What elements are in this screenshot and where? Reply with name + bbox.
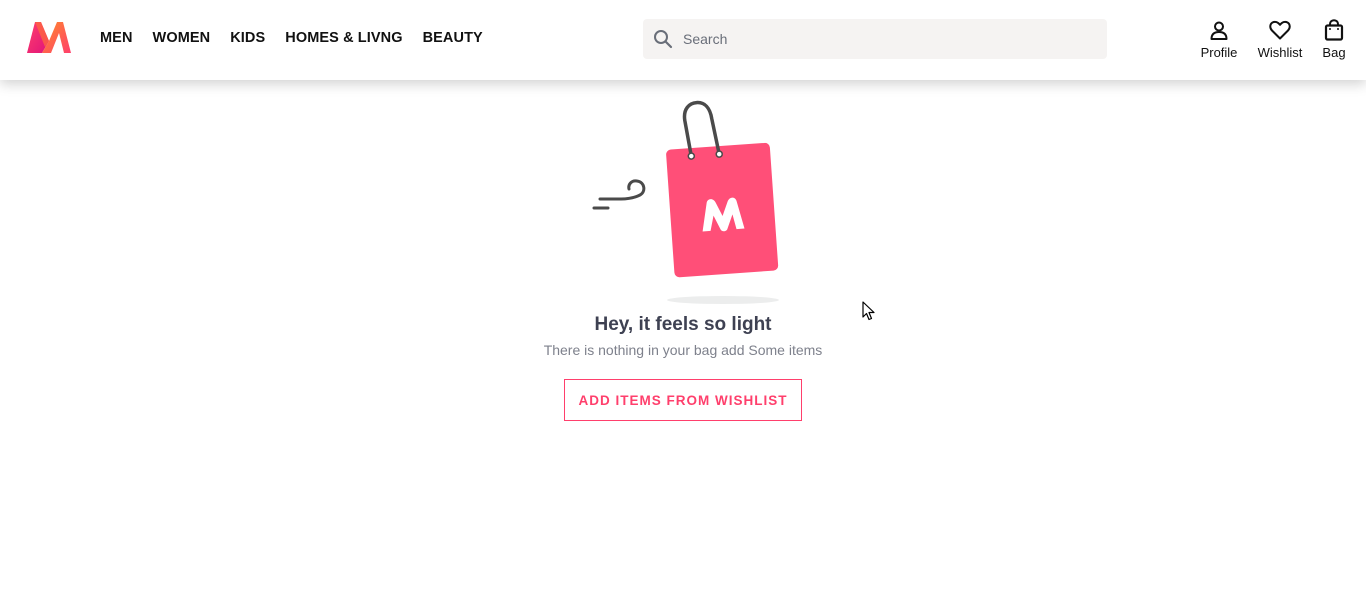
header-actions: Profile Wishlist Bag bbox=[0, 18, 1366, 68]
bag-label: Bag bbox=[1322, 45, 1346, 60]
site-header: MEN WOMEN KIDS HOMES & LIVNG BEAUTY Prof… bbox=[0, 0, 1366, 80]
heart-icon bbox=[1269, 18, 1291, 42]
profile-button[interactable]: Profile bbox=[1200, 18, 1238, 60]
person-icon bbox=[1209, 18, 1229, 42]
empty-bag-title: Hey, it feels so light bbox=[594, 314, 772, 335]
shopping-bag-icon bbox=[1324, 18, 1344, 42]
bag-button[interactable]: Bag bbox=[1321, 18, 1347, 60]
empty-shopping-bag-illustration bbox=[592, 100, 779, 304]
profile-label: Profile bbox=[1200, 45, 1238, 60]
wishlist-label: Wishlist bbox=[1257, 45, 1303, 60]
wishlist-button[interactable]: Wishlist bbox=[1257, 18, 1303, 60]
mouse-cursor-icon bbox=[862, 301, 875, 321]
empty-bag-subtitle: There is nothing in your bag add Some it… bbox=[543, 342, 823, 358]
add-items-from-wishlist-button[interactable]: ADD ITEMS FROM WISHLIST bbox=[564, 379, 802, 421]
